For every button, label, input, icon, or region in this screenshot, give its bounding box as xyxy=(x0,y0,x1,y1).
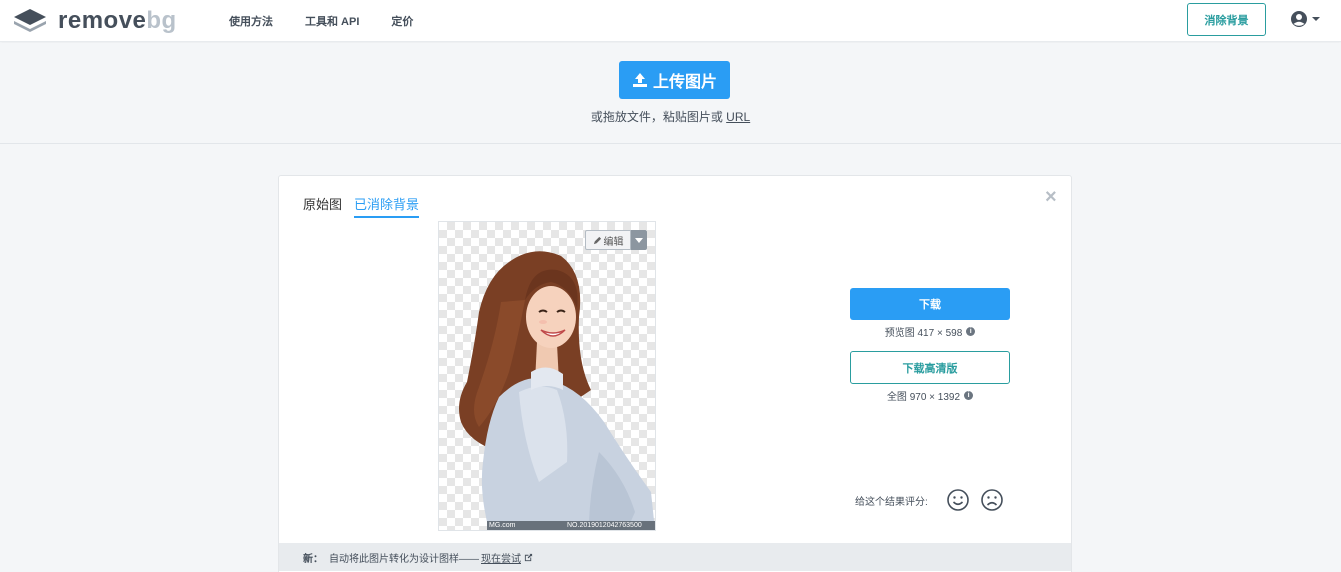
chevron-down-icon xyxy=(1312,17,1320,21)
tab-original[interactable]: 原始图 xyxy=(303,194,342,218)
result-preview-image: MG.com NO.2019012042763500 编辑 xyxy=(438,221,656,531)
smile-face-icon[interactable] xyxy=(946,488,970,512)
nav-tools-api[interactable]: 工具和 API xyxy=(305,13,359,29)
user-menu[interactable] xyxy=(1290,10,1320,28)
watermark-right-text: NO.2019012042763500 xyxy=(567,522,642,529)
full-size-info: 全图 970 × 1392 i xyxy=(850,388,1010,403)
upload-hint: 或拖放文件，粘贴图片或 URL xyxy=(590,110,751,124)
upload-button-label: 上传图片 xyxy=(652,74,717,91)
sad-face-icon[interactable] xyxy=(980,488,1004,512)
edit-button-label: 编辑 xyxy=(603,236,624,248)
rating-label: 给这个结果评分: xyxy=(855,496,928,508)
download-button[interactable]: 下载 xyxy=(850,288,1010,320)
user-circle-icon xyxy=(1291,11,1307,27)
upload-icon xyxy=(632,73,647,87)
edit-button[interactable]: 编辑 xyxy=(585,230,631,250)
upload-zone[interactable]: 上传图片 或拖放文件，粘贴图片或 URL xyxy=(0,43,1341,144)
edit-button-group: 编辑 xyxy=(585,230,647,250)
url-link[interactable]: URL xyxy=(726,110,750,124)
download-hd-button[interactable]: 下载高清版 xyxy=(850,351,1010,384)
result-card: 原始图 已消除背景 × MG.com NO.2019012042763500 编… xyxy=(278,175,1072,572)
watermark-left-text: MG.com xyxy=(489,522,516,529)
chevron-down-icon xyxy=(635,237,643,243)
external-link-icon xyxy=(524,553,533,561)
try-now-link[interactable]: 现在尝试 xyxy=(481,550,533,565)
edit-dropdown-toggle[interactable] xyxy=(631,230,647,250)
subject-cutout-image xyxy=(459,251,655,530)
result-rating: 给这个结果评分: xyxy=(855,488,1004,512)
nav-how-to-use[interactable]: 使用方法 xyxy=(229,13,273,29)
design-promo-note: 新： 自动将此图片转化为设计图样—— 现在尝试 xyxy=(279,543,1071,571)
new-label: 新： xyxy=(303,553,323,565)
tab-removed-background[interactable]: 已消除背景 xyxy=(354,194,420,218)
info-icon[interactable]: i xyxy=(964,391,974,400)
layers-logo-icon xyxy=(14,9,46,32)
pencil-icon xyxy=(593,236,601,244)
nav-pricing[interactable]: 定价 xyxy=(391,13,413,29)
preview-size-info: 预览图 417 × 598 i xyxy=(850,324,1010,339)
upload-image-button[interactable]: 上传图片 xyxy=(619,61,730,99)
result-tabs: 原始图 已消除背景 xyxy=(303,194,431,218)
promo-text: 自动将此图片转化为设计图样—— xyxy=(329,553,479,565)
logo-wordmark: removebg xyxy=(58,7,177,34)
main-nav: 使用方法 工具和 API 定价 xyxy=(229,0,445,42)
close-icon[interactable]: × xyxy=(1045,187,1059,207)
remove-background-button[interactable]: 消除背景 xyxy=(1187,3,1266,36)
removebg-logo[interactable]: removebg xyxy=(12,6,177,36)
info-icon[interactable]: i xyxy=(966,327,976,336)
top-navigation-bar: removebg 使用方法 工具和 API 定价 消除背景 xyxy=(0,0,1341,42)
